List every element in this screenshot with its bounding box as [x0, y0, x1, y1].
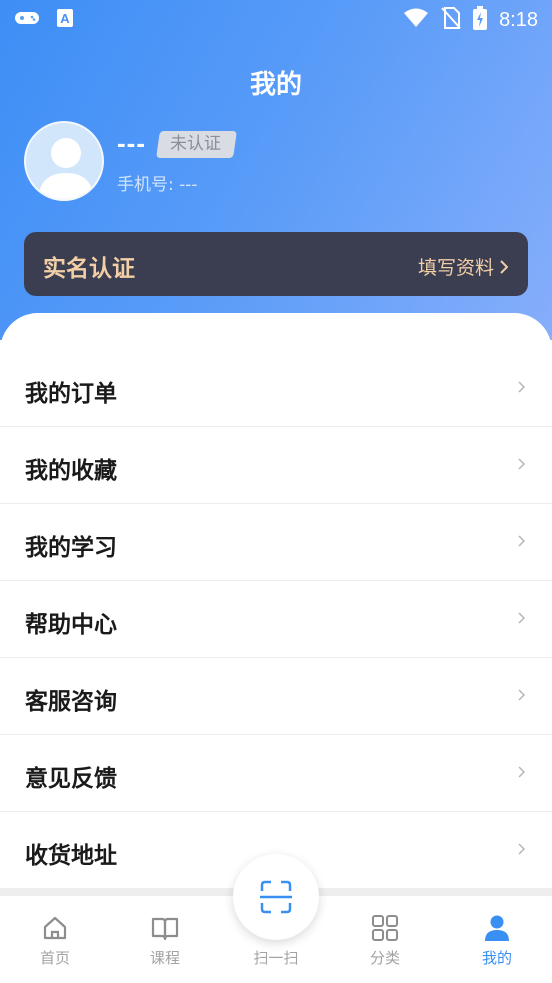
scan-label[interactable]: 扫一扫 — [221, 947, 331, 968]
home-icon — [43, 916, 67, 940]
certification-title: 实名认证 — [43, 256, 135, 282]
chevron-right-icon — [518, 689, 525, 701]
verification-badge: 未认证 — [156, 131, 237, 158]
chevron-right-icon — [518, 381, 525, 393]
chevron-right-icon — [518, 843, 525, 855]
menu-item-learning[interactable]: 我的学习 — [0, 504, 552, 581]
user-icon — [485, 915, 509, 941]
menu-item-help[interactable]: 帮助中心 — [0, 581, 552, 658]
no-sim-icon — [441, 7, 461, 33]
phone-label: 手机号: — [117, 175, 174, 195]
status-bar: A 8:18 — [0, 0, 552, 38]
grid-icon — [372, 915, 398, 941]
tab-label: 课程 — [149, 949, 180, 967]
wifi-icon — [403, 8, 429, 32]
chevron-right-icon — [518, 458, 525, 470]
menu-list: 我的订单 我的收藏 我的学习 帮助中心 客服咨询 意见反馈 收货地址 — [0, 350, 552, 889]
chevron-right-icon — [518, 612, 525, 624]
chevron-right-icon — [518, 535, 525, 547]
scan-button[interactable] — [233, 854, 319, 940]
chevron-right-icon — [518, 766, 525, 778]
menu-item-orders[interactable]: 我的订单 — [0, 350, 552, 427]
tab-label: 分类 — [369, 949, 400, 967]
gamepad-icon — [14, 9, 40, 31]
fill-info-link[interactable]: 填写资料 — [418, 253, 508, 280]
menu-item-label: 收货地址 — [25, 843, 117, 869]
menu-item-label: 客服咨询 — [25, 689, 117, 715]
menu-item-customer-service[interactable]: 客服咨询 — [0, 658, 552, 735]
menu-item-label: 意见反馈 — [25, 766, 117, 792]
a-box-icon: A — [56, 8, 74, 32]
tab-label: 首页 — [39, 949, 70, 967]
menu-item-label: 我的订单 — [25, 381, 117, 407]
book-icon — [151, 917, 179, 941]
tab-home[interactable]: 首页 — [0, 896, 110, 983]
menu-item-label: 我的收藏 — [25, 458, 117, 484]
tab-label: 我的 — [481, 949, 512, 967]
menu-item-favorites[interactable]: 我的收藏 — [0, 427, 552, 504]
battery-charging-icon — [473, 6, 488, 34]
tab-courses[interactable]: 课程 — [110, 896, 220, 983]
tab-category[interactable]: 分类 — [330, 896, 440, 983]
svg-text:A: A — [60, 11, 70, 26]
tab-mine[interactable]: 我的 — [442, 896, 552, 983]
fill-info-label: 填写资料 — [417, 257, 494, 279]
scan-icon — [260, 880, 292, 914]
real-name-certification-bar[interactable]: 实名认证 填写资料 — [24, 232, 528, 296]
chevron-right-icon — [500, 259, 508, 274]
phone-value: --- — [179, 175, 198, 195]
menu-item-label: 我的学习 — [25, 535, 117, 561]
menu-item-label: 帮助中心 — [25, 612, 117, 638]
avatar[interactable] — [24, 121, 104, 201]
phone-number: 手机号: --- — [117, 170, 198, 195]
status-time: 8:18 — [499, 8, 538, 31]
menu-item-feedback[interactable]: 意见反馈 — [0, 735, 552, 812]
page-title: 我的 — [249, 70, 302, 100]
user-name: --- — [117, 128, 146, 158]
